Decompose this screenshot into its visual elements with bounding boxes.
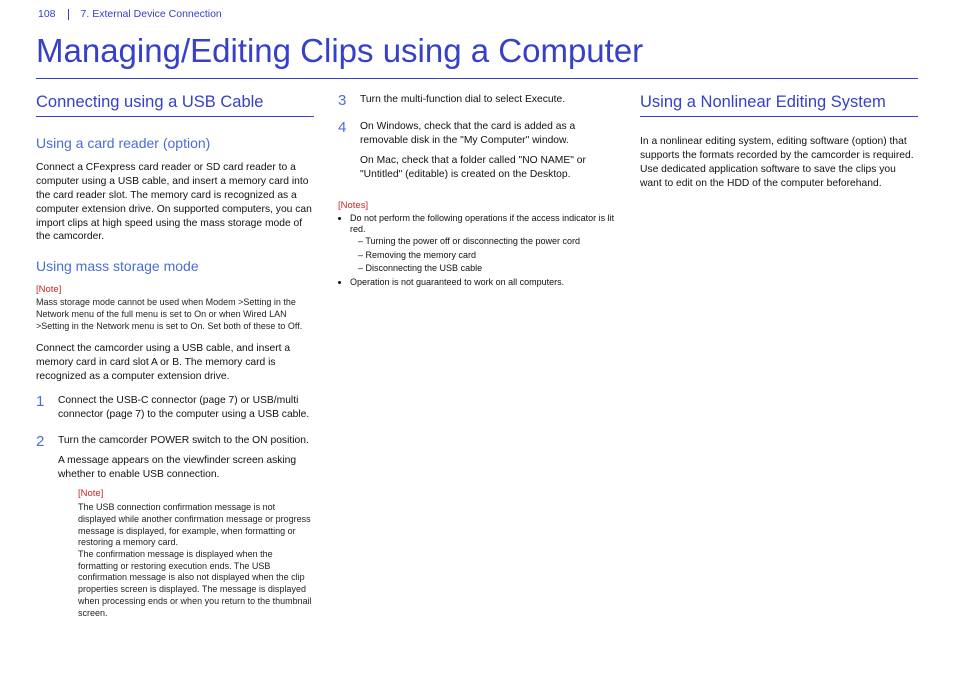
body-card-reader: Connect a CFexpress card reader or SD ca… [36, 161, 314, 244]
step-4-line-b: On Mac, check that a folder called "NO N… [360, 154, 616, 182]
heading-mass-storage: Using mass storage mode [36, 258, 314, 274]
header-divider [68, 9, 69, 20]
body-mass-storage: Connect the camcorder using a USB cable,… [36, 342, 314, 384]
step-2: 2 Turn the camcorder POWER switch to the… [36, 434, 314, 629]
step-number: 1 [36, 394, 50, 422]
page-title: Managing/Editing Clips using a Computer [36, 26, 918, 78]
title-rule [36, 78, 918, 79]
step-4-line-a: On Windows, check that the card is added… [360, 120, 616, 148]
list-item: Disconnecting the USB cable [358, 263, 616, 275]
body-nle-b: Use dedicated application software to sa… [640, 163, 918, 191]
heading-nle: Using a Nonlinear Editing System [640, 93, 918, 117]
note-text: The USB connection confirmation message … [78, 502, 314, 619]
step-body: Turn the multi-function dial to select E… [360, 93, 616, 108]
step-number: 4 [338, 120, 352, 188]
step-body: On Windows, check that the card is added… [360, 120, 616, 188]
bullet-text: Do not perform the following operations … [350, 213, 614, 235]
step-2-line-b: A message appears on the viewfinder scre… [58, 454, 314, 482]
step-body: Connect the USB-C connector (page 7) or … [58, 394, 314, 422]
step-1: 1 Connect the USB-C connector (page 7) o… [36, 394, 314, 422]
note-mass-storage: [Note] Mass storage mode cannot be used … [36, 284, 314, 332]
step-body: Turn the camcorder POWER switch to the O… [58, 434, 314, 629]
sub-list: Turning the power off or disconnecting t… [350, 236, 616, 275]
column-3: Using a Nonlinear Editing System In a no… [640, 93, 918, 641]
content-columns: Connecting using a USB Cable Using a car… [36, 93, 918, 641]
step-number: 2 [36, 434, 50, 629]
page-number: 108 [36, 8, 56, 20]
notes-list: Do not perform the following operations … [338, 213, 616, 289]
step-3: 3 Turn the multi-function dial to select… [338, 93, 616, 108]
step-4: 4 On Windows, check that the card is add… [338, 120, 616, 188]
note-text: Mass storage mode cannot be used when Mo… [36, 297, 314, 332]
note-step-2: [Note] The USB connection confirmation m… [58, 488, 314, 620]
step-2-line-a: Turn the camcorder POWER switch to the O… [58, 434, 314, 448]
column-1: Connecting using a USB Cable Using a car… [36, 93, 314, 641]
note-label: [Note] [78, 488, 314, 501]
note-label: [Note] [36, 284, 314, 295]
column-2: 3 Turn the multi-function dial to select… [338, 93, 616, 641]
heading-card-reader: Using a card reader (option) [36, 135, 314, 151]
section-label: 7. External Device Connection [81, 8, 222, 20]
list-item: Do not perform the following operations … [350, 213, 616, 275]
page: 108 7. External Device Connection Managi… [0, 0, 954, 661]
list-item: Turning the power off or disconnecting t… [358, 236, 616, 248]
notes-label: [Notes] [338, 200, 616, 211]
list-item: Operation is not guaranteed to work on a… [350, 277, 616, 289]
body-nle-a: In a nonlinear editing system, editing s… [640, 135, 918, 163]
running-header: 108 7. External Device Connection [36, 0, 918, 26]
heading-usb-cable: Connecting using a USB Cable [36, 93, 314, 117]
step-number: 3 [338, 93, 352, 108]
list-item: Removing the memory card [358, 250, 616, 262]
